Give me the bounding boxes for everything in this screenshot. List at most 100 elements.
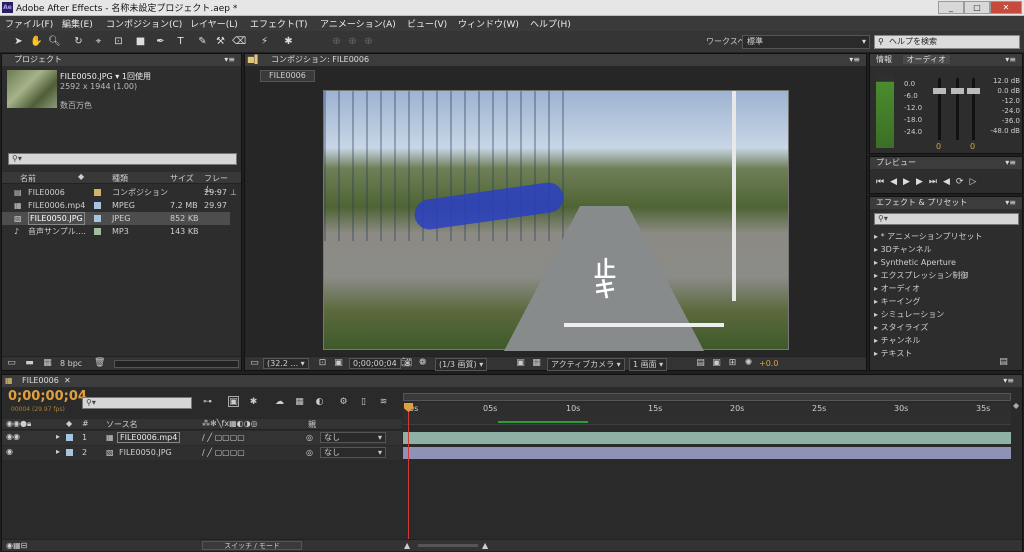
expand-arrow-icon[interactable]: ▸ [56,432,60,441]
label-swatch[interactable] [66,434,73,441]
menu-layer[interactable]: レイヤー(L) [190,17,238,30]
selection-tool-icon[interactable]: ➤ [12,35,25,48]
brainstorm-icon[interactable]: ⚙ [338,397,349,408]
comp-timecode[interactable]: 0;00;00;04 [349,358,401,369]
menu-help[interactable]: ヘルプ(H) [530,17,571,30]
col-parent[interactable]: 親 [308,419,316,430]
col-source-name[interactable]: ソース名 [106,419,138,430]
label-swatch[interactable] [94,189,101,196]
parent-select[interactable]: なし ▾ [320,432,386,443]
ram-preview-icon[interactable]: ▷ [969,177,982,187]
world-axis-icon[interactable]: ⊕ [346,35,359,48]
new-comp-icon[interactable]: ▦ [42,358,53,369]
effect-category[interactable]: ▸ * アニメーションプリセット [874,230,1020,243]
tab-project[interactable]: プロジェクト ▾≡ [2,54,241,66]
effects-search-input[interactable]: ⚲▾ [874,213,1019,225]
layer-row[interactable]: ◉ ▸ 2 ▧ FILE0050.JPG ∕ ╱ ▢▢▢▢ ◎ なし ▾ [2,446,402,460]
show-channel-icon[interactable]: ❁ [417,358,428,369]
pan-behind-tool-icon[interactable]: ⊡ [112,35,125,48]
camera-tool-icon[interactable]: ⌖ [92,35,105,48]
puppet-pin-tool-icon[interactable]: ✱ [282,35,295,48]
menu-effect[interactable]: エフェクト(T) [250,17,308,30]
tab-timeline[interactable]: ▦ FILE0006 ✕ ▾≡ [2,375,1022,387]
zoom-in-icon[interactable]: ▲ [482,541,488,550]
close-icon[interactable]: ✕ [64,375,71,387]
panel-menu-icon[interactable]: ▾≡ [224,54,235,66]
time-ruler[interactable]: 0s 05s 10s 15s 20s 25s 30s 35s [403,403,1011,417]
bpc-label[interactable]: 8 bpc [60,359,82,368]
view-axis-icon[interactable]: ⊕ [362,35,375,48]
layer-name[interactable]: FILE0050.JPG [119,448,172,457]
timeline-search-input[interactable]: ⚲▾ [82,397,192,409]
parent-pickwhip-icon[interactable]: ◎ [306,448,313,457]
layer-switches-pane-icon[interactable]: ◉▦⊟ [6,541,27,550]
tab-effects[interactable]: エフェクト & プリセット ▾≡ [870,197,1022,209]
zoom-out-icon[interactable]: ▲ [404,541,410,550]
playhead[interactable] [408,403,409,550]
lock-icon[interactable]: ■▌ [247,54,261,66]
new-preset-icon[interactable]: ▤ [998,357,1009,368]
visibility-icon[interactable]: ◉ [6,447,13,456]
loop-icon[interactable]: ⟳ [956,177,970,187]
effect-category[interactable]: ▸ チャンネル [874,334,1020,347]
menu-view[interactable]: ビュー(V) [407,17,447,30]
layer-bar-1[interactable] [403,432,1011,444]
region-icon[interactable]: ▣ [333,358,344,369]
toggle-switches-modes-button[interactable]: スイッチ / モード [202,541,302,550]
hide-shy-icon[interactable]: ☁ [274,397,285,408]
resolution-select[interactable]: (1/3 画質) ▾ [435,358,488,371]
comp-button-icon[interactable]: ◆ [1013,401,1022,423]
graph-editor-icon[interactable]: ▯ [358,397,369,408]
col-type[interactable]: 種類 [112,173,128,184]
interpret-footage-icon[interactable]: ▭ [6,358,17,369]
volume-slider[interactable] [933,88,946,94]
label-swatch[interactable] [94,215,101,222]
label-swatch[interactable] [94,202,101,209]
play-icon[interactable]: ▶ [903,177,916,187]
effect-category[interactable]: ▸ エクスプレッション制御 [874,269,1020,282]
frame-blending-icon[interactable]: ▦ [294,397,305,408]
trash-icon[interactable]: 🗑︎ [94,358,105,369]
col-name[interactable]: 名前 [20,173,36,184]
volume-slider-left[interactable] [951,88,964,94]
expand-arrow-icon[interactable]: ▸ [56,447,60,456]
layer-switches[interactable]: ∕ ╱ ▢▢▢▢ [202,433,245,442]
col-size[interactable]: サイズ [170,173,194,184]
layer-switches[interactable]: ∕ ╱ ▢▢▢▢ [202,448,245,457]
audio-icon[interactable]: ◀ [943,177,956,187]
toggle-pixel-icon[interactable]: ▤ [695,358,706,369]
effect-category[interactable]: ▸ オーディオ [874,282,1020,295]
label-swatch[interactable] [66,449,73,456]
transparency-grid-icon[interactable]: ▦ [531,358,542,369]
tab-audio[interactable]: オーディオ [902,55,950,64]
camera-select[interactable]: アクティブカメラ ▾ [547,358,625,371]
always-preview-icon[interactable]: ▭ [249,358,260,369]
tab-composition[interactable]: ■▌ コンポジション: FILE0006 ▾≡ [245,54,866,66]
zoom-tool-icon[interactable]: 🔍︎ [48,35,61,48]
effect-category[interactable]: ▸ 3Dチャンネル [874,243,1020,256]
mini-flowchart-icon[interactable]: ⊶ [202,397,213,408]
zoom-select[interactable]: (32.2 ... ▾ [263,358,309,369]
exposure-value[interactable]: +0.0 [759,359,778,368]
title-safe-icon[interactable]: ⊡ [317,358,328,369]
text-tool-icon[interactable]: T [174,35,187,48]
eraser-tool-icon[interactable]: ⌫ [232,35,246,48]
menu-edit[interactable]: 編集(E) [62,17,93,30]
project-row[interactable]: ▦ FILE0006.mp4 MPEG 7.2 MB 29.97 [2,199,241,212]
flowchart-icon[interactable]: ⊞ [727,358,738,369]
brush-tool-icon[interactable]: ✎ [196,35,209,48]
maximize-button[interactable]: □ [964,1,990,14]
parent-select[interactable]: なし ▾ [320,447,386,458]
layer-name[interactable]: FILE0006.mp4 [117,432,181,443]
panel-menu-icon[interactable]: ▾≡ [1005,197,1016,209]
work-area-bar[interactable] [403,393,1011,401]
panel-menu-icon[interactable]: ▾≡ [1005,157,1016,169]
help-search-input[interactable]: ⚲ ヘルプを検索 [874,35,1020,49]
tab-info[interactable]: 情報 [876,55,892,64]
menu-animation[interactable]: アニメーション(A) [320,17,396,30]
layer-row[interactable]: ◉◉ ▸ 1 ▦ FILE0006.mp4 ∕ ╱ ▢▢▢▢ ◎ なし ▾ [2,431,402,445]
auto-keyframe-icon[interactable]: ≋ [378,397,389,408]
project-scrollbar[interactable] [114,360,239,368]
minimize-button[interactable]: _ [938,1,964,14]
fast-preview-icon[interactable]: ▣ [515,358,526,369]
